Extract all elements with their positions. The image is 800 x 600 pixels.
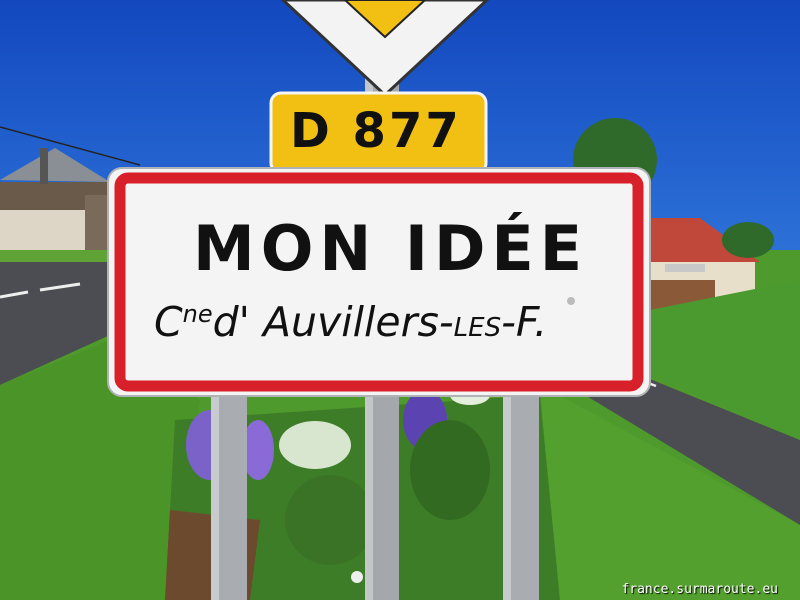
watermark: france.surmaroute.eu (621, 582, 778, 597)
town-name: MON IDÉE (193, 212, 589, 285)
commune-end: -F. (501, 298, 548, 346)
commune-les: LES (453, 313, 502, 343)
commune-prefix: C (154, 298, 183, 346)
commune-name: Cned' Auvillers-LES-F. (154, 298, 547, 346)
route-number: D 877 (290, 103, 462, 159)
tree-far-right (722, 222, 774, 258)
commune-main: d' Auvillers- (212, 298, 454, 346)
commune-superscript: ne (182, 300, 213, 328)
